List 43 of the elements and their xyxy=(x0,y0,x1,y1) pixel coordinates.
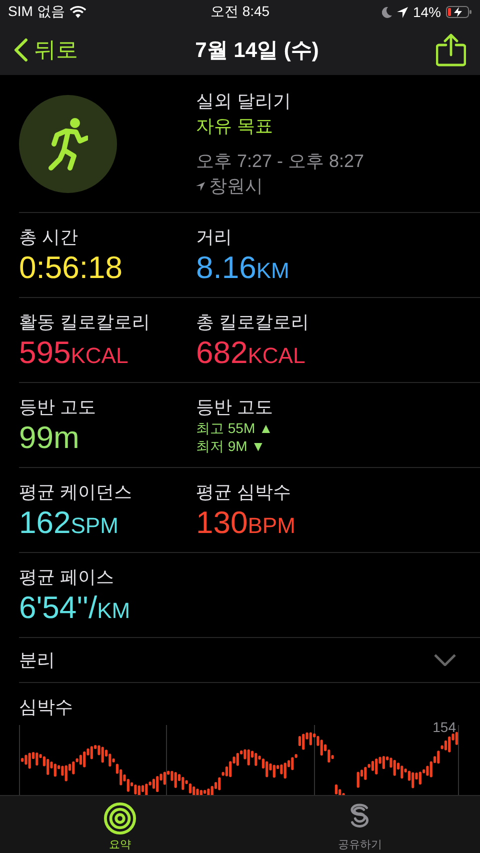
metric-value: 595KCAL xyxy=(19,334,130,372)
metric-label: 등반 고도 xyxy=(196,396,274,419)
metric-value: 99m xyxy=(19,419,80,457)
runner-icon xyxy=(48,116,88,170)
moon-icon xyxy=(382,6,392,18)
splits-row[interactable]: 분리 xyxy=(19,638,480,683)
share-icon xyxy=(436,32,466,66)
battery-percent: 14% xyxy=(412,4,442,20)
workout-goal: 자유 목표 xyxy=(196,114,274,138)
back-button[interactable]: 뒤로 xyxy=(14,34,78,64)
workout-location: 창원시 xyxy=(209,174,263,198)
range-value: 최고 55M ▲ xyxy=(196,420,273,436)
metric-label: 평균 케이던스 xyxy=(19,481,134,504)
metric-label: 등반 고도 xyxy=(19,396,98,419)
metric-value: 682KCAL xyxy=(196,334,306,372)
tab-item[interactable]: 공유하기 xyxy=(240,796,480,853)
metric-label: 평균 페이스 xyxy=(19,566,116,589)
metric-label: 평균 심박수 xyxy=(196,481,292,504)
rings-icon xyxy=(103,802,137,835)
metric-value: 0:56:18 xyxy=(19,249,124,287)
max-value-label: 154 xyxy=(432,719,456,735)
range-value: 최저 9M ▼ xyxy=(196,438,266,454)
location-arrow-icon xyxy=(396,6,408,18)
heart-rate-title: 심박수 xyxy=(19,696,74,719)
metric-label: 총 시간 xyxy=(19,226,80,249)
workout-time-range: 오후 7:27 - 오후 8:27 xyxy=(196,150,364,172)
share-button[interactable] xyxy=(436,32,466,66)
wifi-icon xyxy=(70,6,86,18)
chevron-left-icon xyxy=(14,38,28,62)
location-arrow-icon xyxy=(196,182,205,190)
metric-label: 활동 킬로칼로리 xyxy=(19,311,152,334)
metric-value: 162SPM xyxy=(19,504,120,542)
workout-name: 실외 달리기 xyxy=(196,90,292,112)
screen-title: 7월 14일 (수) xyxy=(195,38,319,64)
carrier-text: SIM 없음 xyxy=(8,3,65,21)
metric-value: 130BPM xyxy=(196,504,296,542)
tab-item[interactable]: 요약 xyxy=(0,796,240,853)
metric-label: 총 킬로칼로리 xyxy=(196,311,310,334)
metric-label: 거리 xyxy=(196,226,233,249)
metric-value: 6'54''/KM xyxy=(19,589,132,627)
metric-value: 8.16KM xyxy=(196,249,290,287)
clock-text: 오전 8:45 xyxy=(210,3,270,21)
battery-charging-icon xyxy=(446,6,472,18)
